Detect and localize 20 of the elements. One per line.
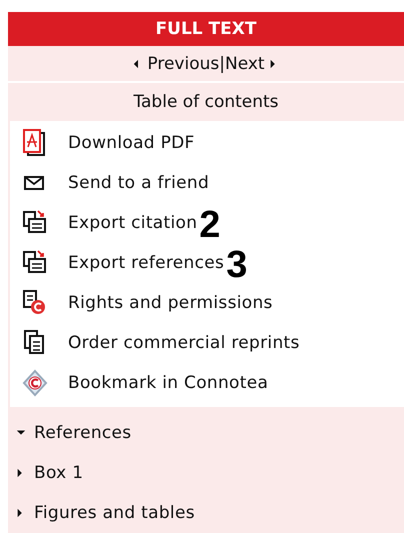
next-link[interactable]: Next [224,54,279,74]
pdf-file-icon [22,129,48,157]
action-link[interactable]: Export references [68,253,224,273]
action-link[interactable]: Send to a friend [68,173,210,193]
header-title: FULL TEXT [156,19,256,40]
separator: | [219,54,225,74]
section-toggle[interactable]: Box 1 [8,453,404,493]
annotation-number: 3 [226,246,248,284]
action-link[interactable]: Export citation [68,213,198,233]
previous-link[interactable]: Previous [133,54,220,74]
document-copyright-icon [22,289,48,317]
table-of-contents-link[interactable]: Table of contents [8,82,404,121]
section-toggle[interactable]: References [8,413,404,453]
action-link[interactable]: Bookmark in Connotea [68,373,268,393]
action-link[interactable]: Order commercial reprints [68,333,300,353]
action-link[interactable]: Rights and permissions [68,293,273,313]
section-toggle[interactable]: Figures and tables [8,493,404,533]
action-link[interactable]: Download PDF [68,133,195,153]
annotation-number: 2 [199,206,220,244]
connotea-logo-icon [22,369,48,397]
